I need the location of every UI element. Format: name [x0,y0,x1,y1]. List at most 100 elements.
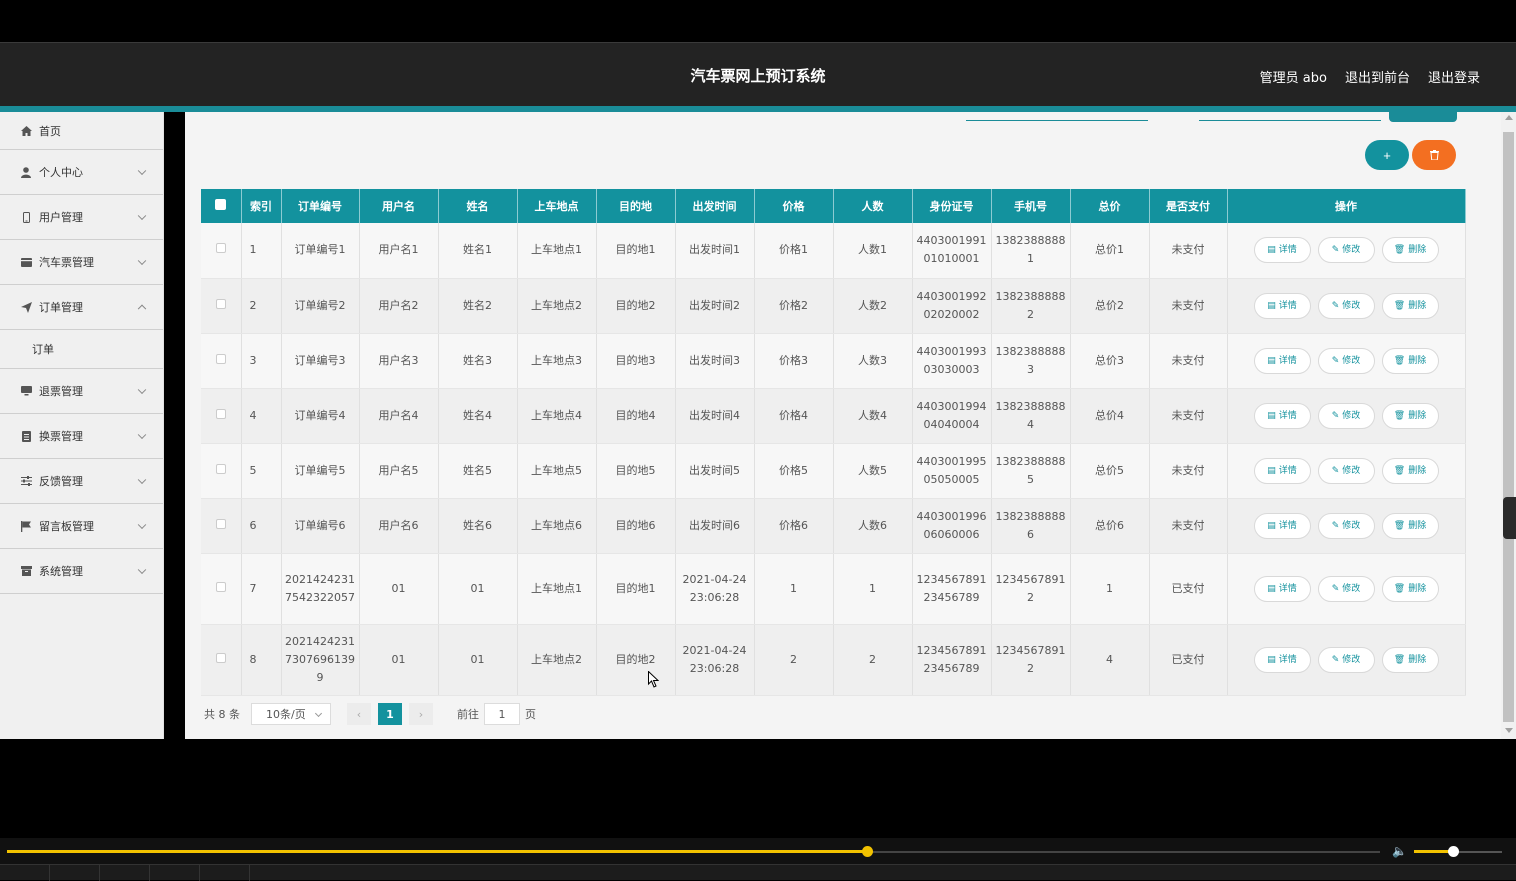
column-header[interactable]: 订单编号 [281,189,360,223]
goto-page-input[interactable]: 1 [484,703,520,725]
row-checkbox-cell[interactable] [201,388,242,444]
column-header[interactable]: 索引 [241,189,282,223]
detail-button[interactable]: ▤ 详情 [1253,575,1311,602]
sidebar-item-tickets[interactable]: 汽车票管理 [0,240,163,285]
column-header[interactable]: 是否支付 [1149,189,1228,223]
column-header[interactable]: 手机号 [991,189,1071,223]
admin-label[interactable]: 管理员 abo [1260,67,1327,86]
edit-button[interactable]: ✎ 修改 [1317,646,1375,673]
row-checkbox[interactable] [215,243,226,254]
row-checkbox[interactable] [215,408,226,419]
sidebar-item-feedback[interactable]: 反馈管理 [0,459,163,504]
progress-handle[interactable] [861,846,873,857]
scrollbar-thumb[interactable] [1503,132,1514,722]
volume-handle[interactable] [1447,846,1459,857]
row-checkbox[interactable] [215,353,226,364]
sidebar-item-system[interactable]: 系统管理 [0,549,163,594]
table-row: 6 订单编号6 用户名6 姓名6 上车地点6 目的地6 出发时间6 价格6 人数6 4403001… [201,498,1466,554]
table-cell: 价格3 [754,333,834,389]
sidebar-item-messages[interactable]: 留言板管理 [0,504,163,549]
detail-button[interactable]: ▤ 详情 [1253,237,1311,264]
sidebar-item-home[interactable]: 首页 [0,112,163,150]
back-to-front-link[interactable]: 退出到前台 [1345,67,1410,86]
row-checkbox[interactable] [215,652,226,663]
delete-button[interactable]: 🗑 删除 [1381,237,1439,264]
edit-button[interactable]: ✎ 修改 [1317,512,1375,539]
row-actions-cell: ▤ 详情 ✎ 修改 🗑 删除 [1227,223,1466,279]
add-button[interactable]: + [1365,140,1409,170]
sidebar-item-orders[interactable]: 订单管理 [0,285,163,330]
search-field-2-underline[interactable] [1199,120,1381,121]
row-checkbox-cell[interactable] [201,553,242,625]
delete-label: 删除 [1408,410,1427,421]
row-checkbox[interactable] [215,518,226,529]
taskbar-slot[interactable] [0,865,50,881]
search-button[interactable] [1389,112,1457,122]
column-header[interactable]: 价格 [754,189,834,223]
page-number-current[interactable]: 1 [378,703,402,725]
detail-button[interactable]: ▤ 详情 [1253,457,1311,484]
volume-icon[interactable]: 🔈 [1392,844,1407,858]
next-page-button[interactable]: › [409,703,433,725]
table-cell: 姓名1 [438,223,518,279]
column-header[interactable]: 用户名 [359,189,439,223]
taskbar-slot[interactable] [100,865,150,881]
taskbar-slot[interactable] [150,865,200,881]
detail-button[interactable]: ▤ 详情 [1253,512,1311,539]
batch-delete-button[interactable] [1412,140,1456,170]
row-checkbox-cell[interactable] [201,223,242,279]
edit-button[interactable]: ✎ 修改 [1317,292,1375,319]
select-all-cell[interactable] [201,189,242,223]
page-size-select[interactable]: 10条/页 [251,703,331,725]
scroll-down-arrow-icon[interactable] [1505,728,1513,733]
delete-button[interactable]: 🗑 删除 [1381,512,1439,539]
sidebar-item-refunds[interactable]: 退票管理 [0,369,163,414]
detail-button[interactable]: ▤ 详情 [1253,292,1311,319]
sidebar-item-users[interactable]: 用户管理 [0,195,163,240]
row-checkbox[interactable] [215,463,226,474]
delete-button[interactable]: 🗑 删除 [1381,457,1439,484]
column-header[interactable]: 人数 [833,189,913,223]
select-all-checkbox[interactable] [215,199,227,210]
row-checkbox-cell[interactable] [201,498,242,554]
detail-button[interactable]: ▤ 详情 [1253,646,1311,673]
prev-page-button[interactable]: ‹ [347,703,371,725]
delete-button[interactable]: 🗑 删除 [1381,347,1439,374]
delete-button[interactable]: 🗑 删除 [1381,402,1439,429]
edit-button[interactable]: ✎ 修改 [1317,347,1375,374]
table-cell: 姓名5 [438,443,518,499]
column-header[interactable]: 总价 [1070,189,1150,223]
row-checkbox-cell[interactable] [201,443,242,499]
column-header[interactable]: 上车地点 [517,189,597,223]
delete-button[interactable]: 🗑 删除 [1381,575,1439,602]
taskbar-slot[interactable] [50,865,100,881]
trash-icon: 🗑 [1393,300,1406,311]
detail-button[interactable]: ▤ 详情 [1253,402,1311,429]
table-cell: 12345678912 [991,624,1071,696]
sidebar-item-profile[interactable]: 个人中心 [0,150,163,195]
row-checkbox[interactable] [215,581,226,592]
column-header[interactable]: 姓名 [438,189,518,223]
column-header[interactable]: 身份证号 [912,189,992,223]
taskbar-slot[interactable] [200,865,250,881]
row-checkbox-cell[interactable] [201,333,242,389]
delete-button[interactable]: 🗑 删除 [1381,292,1439,319]
search-field-1-underline[interactable] [966,120,1148,121]
scroll-up-arrow-icon[interactable] [1505,115,1513,120]
column-header[interactable]: 出发时间 [675,189,755,223]
detail-button[interactable]: ▤ 详情 [1253,347,1311,374]
column-header[interactable]: 目的地 [596,189,676,223]
edit-button[interactable]: ✎ 修改 [1317,457,1375,484]
row-checkbox-cell[interactable] [201,278,242,334]
row-checkbox-cell[interactable] [201,624,242,696]
row-checkbox[interactable] [215,298,226,309]
edit-button[interactable]: ✎ 修改 [1317,575,1375,602]
side-panel-handle[interactable] [1503,497,1516,539]
delete-button[interactable]: 🗑 删除 [1381,646,1439,673]
edit-button[interactable]: ✎ 修改 [1317,237,1375,264]
sidebar-item-exchange[interactable]: 换票管理 [0,414,163,459]
logout-link[interactable]: 退出登录 [1428,67,1480,86]
sidebar-subitem-order[interactable]: 订单 [0,330,163,369]
edit-button[interactable]: ✎ 修改 [1317,402,1375,429]
table-cell: 440300199606060006 [912,498,992,554]
